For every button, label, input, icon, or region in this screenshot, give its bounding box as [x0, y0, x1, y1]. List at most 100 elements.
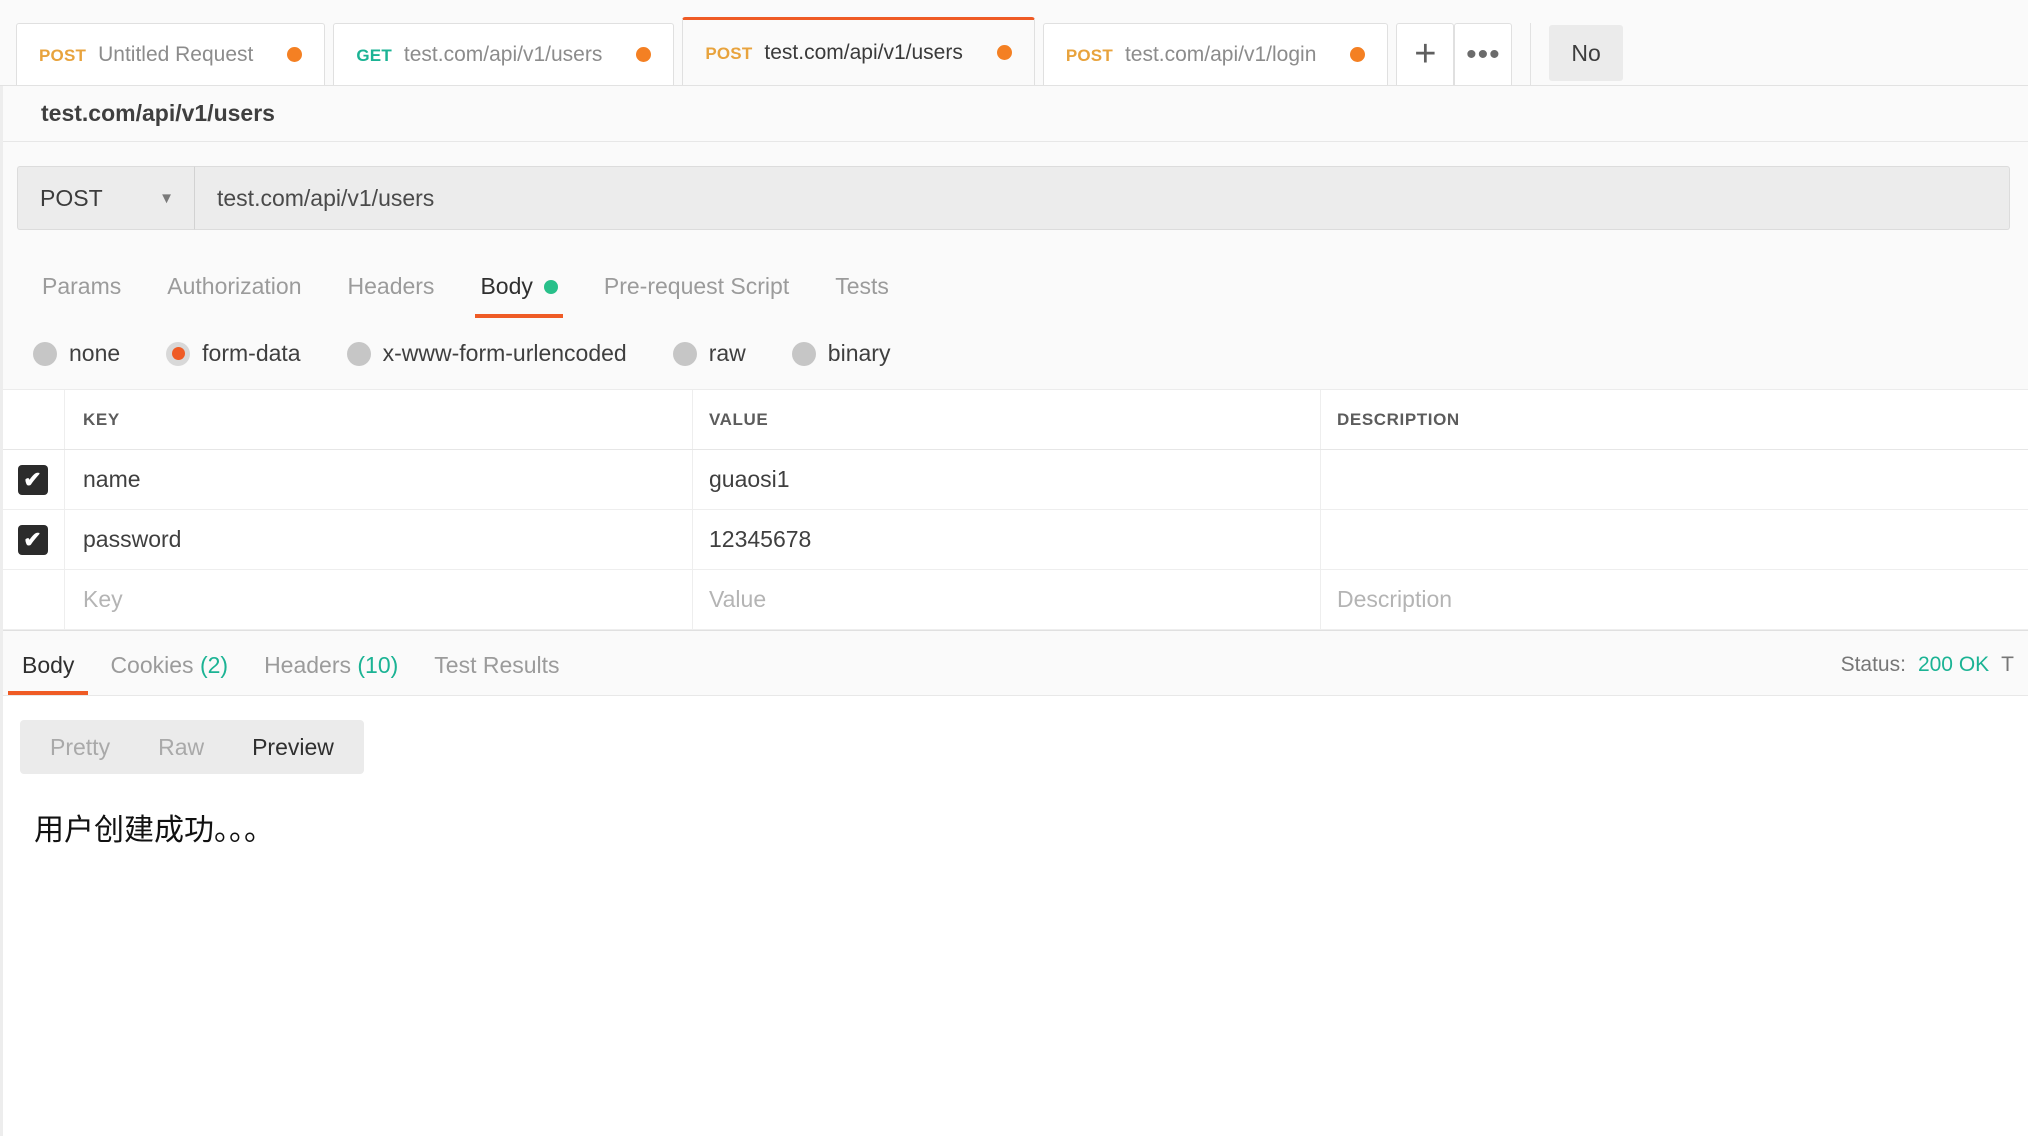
body-type-raw[interactable]: raw [672, 340, 746, 367]
cookies-count-badge: (2) [199, 652, 229, 678]
tab-label-group: POST test.com/api/v1/login [1066, 43, 1317, 67]
request-section-tabs: Params Authorization Headers Body Pre-re… [0, 246, 2028, 318]
table-row: ✔ name guaosi1 [1, 450, 2028, 510]
row-enabled-checkbox[interactable]: ✔ [17, 524, 48, 555]
row-value-value: guaosi1 [709, 466, 790, 492]
body-present-dot-icon [543, 279, 558, 294]
row-value-input[interactable]: 12345678 [693, 510, 1321, 569]
divider [1530, 23, 1532, 85]
row-value-input[interactable]: guaosi1 [693, 450, 1321, 509]
tab-headers[interactable]: Headers [325, 273, 458, 318]
body-type-binary[interactable]: binary [791, 340, 891, 367]
row-description-input[interactable] [1321, 510, 2028, 569]
view-raw-button[interactable]: Raw [134, 720, 228, 774]
response-tab-headers[interactable]: Headers (10) [246, 652, 416, 695]
tab-body[interactable]: Body [457, 273, 580, 318]
tab-label-group: GET test.com/api/v1/users [356, 43, 602, 67]
tab-authorization-label: Authorization [167, 273, 302, 299]
unsaved-indicator-dot[interactable] [636, 47, 652, 62]
status-badge[interactable]: 200 OK [1918, 653, 1989, 677]
tab-method-badge: POST [705, 43, 753, 63]
header-checkbox-cell [1, 390, 65, 449]
new-tab-button[interactable]: + [1396, 23, 1455, 85]
check-icon: ✔ [23, 526, 42, 552]
tab-title: Untitled Request [98, 42, 254, 66]
page-title: test.com/api/v1/users [41, 100, 275, 126]
row-checkbox-cell: ✔ [1, 450, 65, 509]
view-pretty-button[interactable]: Pretty [26, 720, 134, 774]
tab-label-group: POST test.com/api/v1/users [705, 41, 963, 65]
radio-unselected-icon [672, 341, 697, 366]
tab-params[interactable]: Params [19, 273, 144, 318]
radio-unselected-icon [346, 341, 371, 366]
tab-label-group: POST Untitled Request [39, 43, 253, 67]
response-body-text: 用户创建成功。。。 [34, 813, 274, 848]
column-header-description: DESCRIPTION [1337, 409, 1460, 429]
column-header-key: KEY [65, 390, 693, 449]
body-type-urlencoded[interactable]: x-www-form-urlencoded [346, 340, 627, 367]
tab-options-button[interactable]: ••• [1454, 23, 1513, 85]
request-tab-3-active[interactable]: POST test.com/api/v1/users [682, 17, 1035, 85]
row-key-input[interactable]: password [65, 510, 693, 569]
tab-authorization[interactable]: Authorization [144, 273, 324, 318]
body-type-none-label: none [69, 340, 121, 366]
tab-tests[interactable]: Tests [812, 273, 912, 318]
unsaved-indicator-dot[interactable] [996, 45, 1012, 60]
radio-unselected-icon [791, 341, 816, 366]
http-method-dropdown[interactable]: POST ▼ [17, 166, 195, 230]
time-label-truncated: T [2001, 653, 2014, 676]
unsaved-indicator-dot[interactable] [1350, 47, 1366, 62]
check-icon: ✔ [23, 466, 42, 492]
new-row-checkbox-cell [1, 570, 65, 629]
response-meta: Status: 200 OK T [1841, 653, 2014, 695]
row-description-input[interactable] [1321, 450, 2028, 509]
new-row-value-input[interactable]: Value [693, 570, 1321, 629]
request-tab-2[interactable]: GET test.com/api/v1/users [333, 23, 675, 85]
request-tab-bar: POST Untitled Request GET test.com/api/v… [0, 0, 2028, 86]
response-view-switch-row: Pretty Raw Preview [0, 696, 2028, 774]
request-tab-4[interactable]: POST test.com/api/v1/login [1042, 23, 1389, 85]
tab-method-badge: GET [356, 45, 392, 65]
row-enabled-checkbox[interactable]: ✔ [17, 464, 48, 495]
new-row-description-input[interactable]: Description [1321, 570, 2028, 629]
http-method-value: POST [40, 184, 103, 211]
table-row: ✔ password 12345678 [1, 510, 2028, 570]
response-tab-test-results[interactable]: Test Results [416, 652, 577, 695]
response-tab-body[interactable]: Body [4, 652, 92, 695]
url-input[interactable]: test.com/api/v1/users [195, 166, 2010, 230]
postman-window: POST Untitled Request GET test.com/api/v… [0, 0, 2028, 1136]
body-type-none[interactable]: none [33, 340, 120, 367]
row-key-value: name [83, 466, 141, 492]
row-value-value: 12345678 [709, 526, 812, 552]
view-pretty-label: Pretty [50, 733, 111, 760]
tab-params-label: Params [42, 273, 122, 299]
row-key-input[interactable]: name [65, 450, 693, 509]
view-preview-label: Preview [252, 733, 334, 760]
tab-body-label: Body [480, 273, 533, 299]
body-type-binary-label: binary [827, 340, 891, 366]
response-tab-cookies[interactable]: Cookies (2) [92, 652, 246, 695]
response-tab-headers-label: Headers [264, 652, 351, 678]
new-row-key-input[interactable]: Key [65, 570, 693, 629]
request-name-bar: test.com/api/v1/users [0, 86, 2028, 142]
environment-label: No [1571, 39, 1601, 66]
body-type-urlencoded-label: x-www-form-urlencoded [382, 340, 627, 366]
response-body-area: Pretty Raw Preview 用户创建成功。。。 [0, 696, 2028, 852]
response-tab-test-results-label: Test Results [434, 652, 560, 678]
body-type-form-data[interactable]: form-data [166, 340, 301, 367]
body-type-radio-group: none form-data x-www-form-urlencoded raw… [0, 318, 2028, 390]
view-preview-button[interactable]: Preview [228, 720, 358, 774]
tab-pre-request-script[interactable]: Pre-request Script [581, 273, 812, 318]
left-edge-rail [0, 86, 3, 1136]
unsaved-indicator-dot[interactable] [287, 47, 303, 62]
tab-headers-label: Headers [347, 273, 435, 299]
tab-method-badge: POST [1065, 45, 1113, 65]
form-data-table: KEY VALUE DESCRIPTION ✔ name guaosi1 ✔ p [0, 390, 2028, 630]
tab-method-badge: POST [39, 45, 87, 65]
environment-selector[interactable]: No [1549, 25, 1623, 81]
plus-icon: + [1414, 33, 1437, 76]
request-tab-1[interactable]: POST Untitled Request [16, 23, 326, 85]
url-builder-row: POST ▼ test.com/api/v1/users [0, 142, 2028, 246]
tab-title: test.com/api/v1/users [764, 40, 963, 64]
tab-title: test.com/api/v1/login [1124, 42, 1317, 66]
